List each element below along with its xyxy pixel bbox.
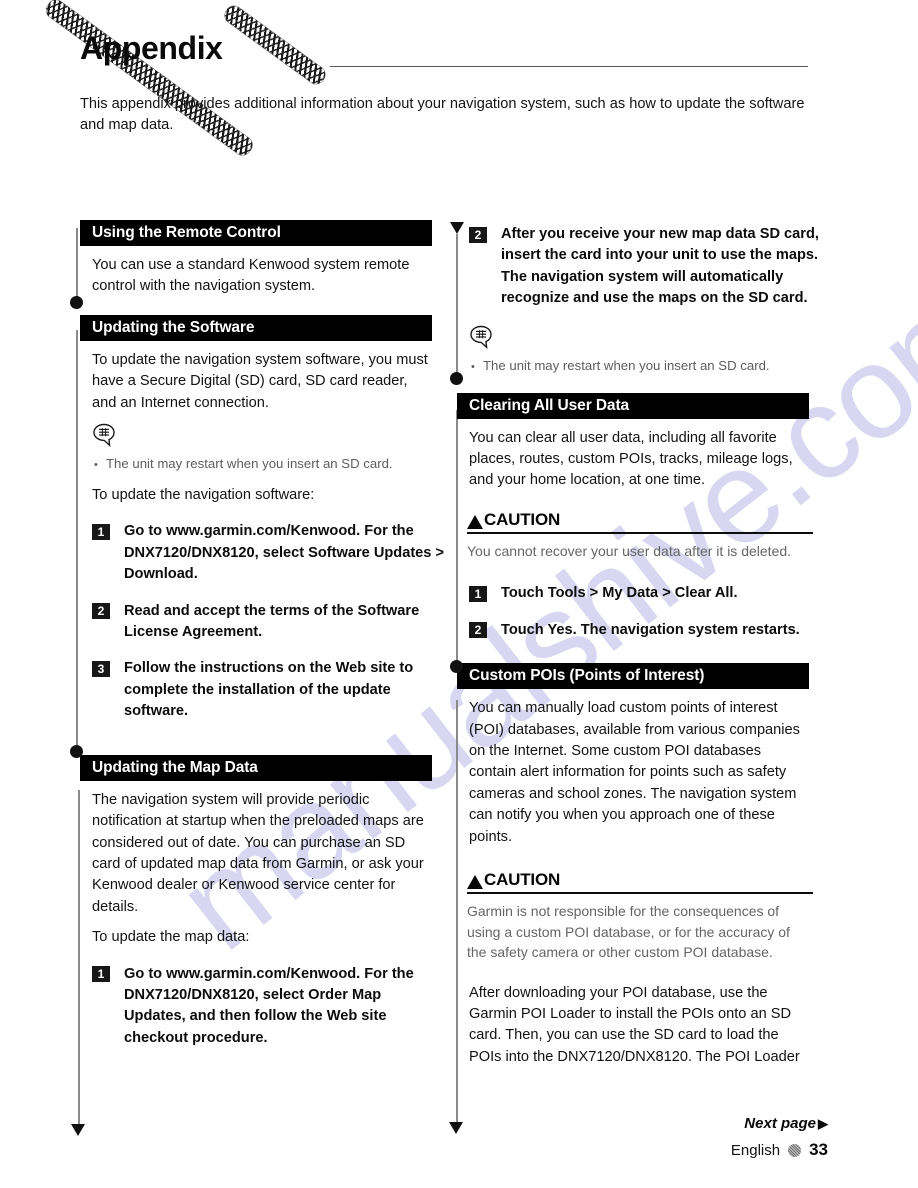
numbered-step: 3 Follow the instructions on the Web sit… <box>92 658 444 722</box>
column-rule-arrow <box>449 1122 463 1134</box>
step-number: 1 <box>92 966 110 983</box>
column-rule-dot <box>70 296 83 309</box>
numbered-step: 1 Go to www.garmin.com/Kenwood. For the … <box>92 521 444 585</box>
section-using-the-remote-control: Using the Remote Control You can use a s… <box>80 220 432 298</box>
step-number: 2 <box>92 603 110 620</box>
step-number: 2 <box>469 622 487 639</box>
caution-label: CAUTION <box>484 509 561 529</box>
next-page-arrow-icon: ▶ <box>818 1116 828 1131</box>
page-title: Appendix <box>80 30 223 66</box>
caution-rule <box>467 892 813 894</box>
caution-text: Garmin is not responsible for the conseq… <box>467 903 790 960</box>
column-rule-left <box>76 228 78 300</box>
left-column: Using the Remote Control You can use a s… <box>80 220 444 1064</box>
step-number: 1 <box>92 523 110 540</box>
note-bubble-icon <box>92 423 432 452</box>
caution-text: You cannot recover your user data after … <box>467 542 792 559</box>
step-text: Touch Tools > My Data > Clear All. <box>501 585 738 602</box>
column-rule-left <box>76 330 78 750</box>
section-updating-the-map-data: Updating the Map Data The navigation sys… <box>80 754 432 1049</box>
column-rule-arrow <box>71 1124 85 1136</box>
caution-block: CAUTION You cannot recover your user dat… <box>467 510 813 562</box>
warning-triangle-icon <box>467 514 483 529</box>
note-line: The unit may restart when you insert an … <box>92 454 432 475</box>
section-updating-the-software: Updating the Software To update the navi… <box>80 314 444 723</box>
page-header: Appendix This appendix provides addition… <box>0 0 918 160</box>
numbered-step: 2 After you receive your new map data SD… <box>469 224 821 310</box>
step-text: Go to www.garmin.com/Kenwood. For the DN… <box>124 965 414 1046</box>
note-bubble-icon <box>469 325 809 354</box>
section-paragraph: You can clear all user data, including a… <box>469 429 793 489</box>
section-custom-pois: Custom POIs (Points of Interest) You can… <box>457 663 813 1068</box>
section-heading: Updating the Software <box>80 314 432 341</box>
step-number: 3 <box>92 660 110 677</box>
step-text: Go to www.garmin.com/Kenwood. For the DN… <box>124 523 444 583</box>
step-text: Read and accept the terms of the Softwar… <box>124 602 420 641</box>
page-marker-dot-icon <box>788 1143 802 1157</box>
warning-triangle-icon <box>467 875 483 889</box>
caution-heading: CAUTION <box>467 870 813 892</box>
column-rule-dot <box>450 372 463 385</box>
numbered-step: 1 Touch Tools > My Data > Clear All. <box>469 583 821 604</box>
section-clearing-all-user-data: Clearing All User Data You can clear all… <box>457 392 813 642</box>
section-heading: Updating the Map Data <box>80 754 432 781</box>
header-intro-text: This appendix provides additional inform… <box>80 96 805 133</box>
section-heading: Custom POIs (Points of Interest) <box>457 663 809 690</box>
caution-label: CAUTION <box>484 870 561 889</box>
page-number: 33 <box>809 1140 828 1159</box>
step-text: After you receive your new map data SD c… <box>501 226 819 307</box>
step-text: Follow the instructions on the Web site … <box>124 660 414 720</box>
section-paragraph: You can manually load custom points of i… <box>469 700 800 845</box>
section-paragraph: The navigation system will provide perio… <box>92 791 424 915</box>
header-rule <box>330 66 808 67</box>
right-column: 2 After you receive your new map data SD… <box>457 220 819 1082</box>
numbered-step: 2 Read and accept the terms of the Softw… <box>92 601 444 644</box>
column-rule-arrow <box>450 222 464 234</box>
step-number: 2 <box>469 226 487 243</box>
page-footer: Next page ▶ English 33 <box>731 1115 828 1160</box>
language-label: English <box>730 1141 781 1159</box>
section-trailing-paragraph: After downloading your POI database, use… <box>469 984 800 1065</box>
section-lead-in: To update the map data: <box>92 929 250 946</box>
step-number: 1 <box>469 585 487 602</box>
numbered-step: 2 Touch Yes. The navigation system resta… <box>469 620 821 641</box>
section-heading: Using the Remote Control <box>80 220 432 246</box>
numbered-step: 1 Go to www.garmin.com/Kenwood. For the … <box>92 964 444 1050</box>
page-number-row: English 33 <box>731 1140 828 1160</box>
column-rule-dot <box>70 745 83 758</box>
next-page-indicator: Next page ▶ <box>731 1115 828 1132</box>
note-line: The unit may restart when you insert an … <box>469 356 809 377</box>
section-heading: Clearing All User Data <box>457 392 809 419</box>
note-block: The unit may restart when you insert an … <box>92 423 432 475</box>
caution-block: CAUTION Garmin is not responsible for th… <box>467 870 813 963</box>
section-paragraph: You can use a standard Kenwood system re… <box>92 257 410 295</box>
step-text: Touch Yes. The navigation system restart… <box>501 621 800 638</box>
caution-heading: CAUTION <box>467 510 813 532</box>
column-rule-dot <box>450 660 463 673</box>
manual-page: manualshive.com Appendix This appendix p… <box>0 0 918 1188</box>
decorative-braid-band <box>220 2 330 88</box>
note-block: The unit may restart when you insert an … <box>469 325 809 377</box>
next-page-label: Next page <box>744 1115 816 1132</box>
section-lead-in: To update the navigation software: <box>92 487 315 504</box>
section-paragraph: To update the navigation system software… <box>92 351 428 411</box>
caution-rule <box>467 531 813 534</box>
